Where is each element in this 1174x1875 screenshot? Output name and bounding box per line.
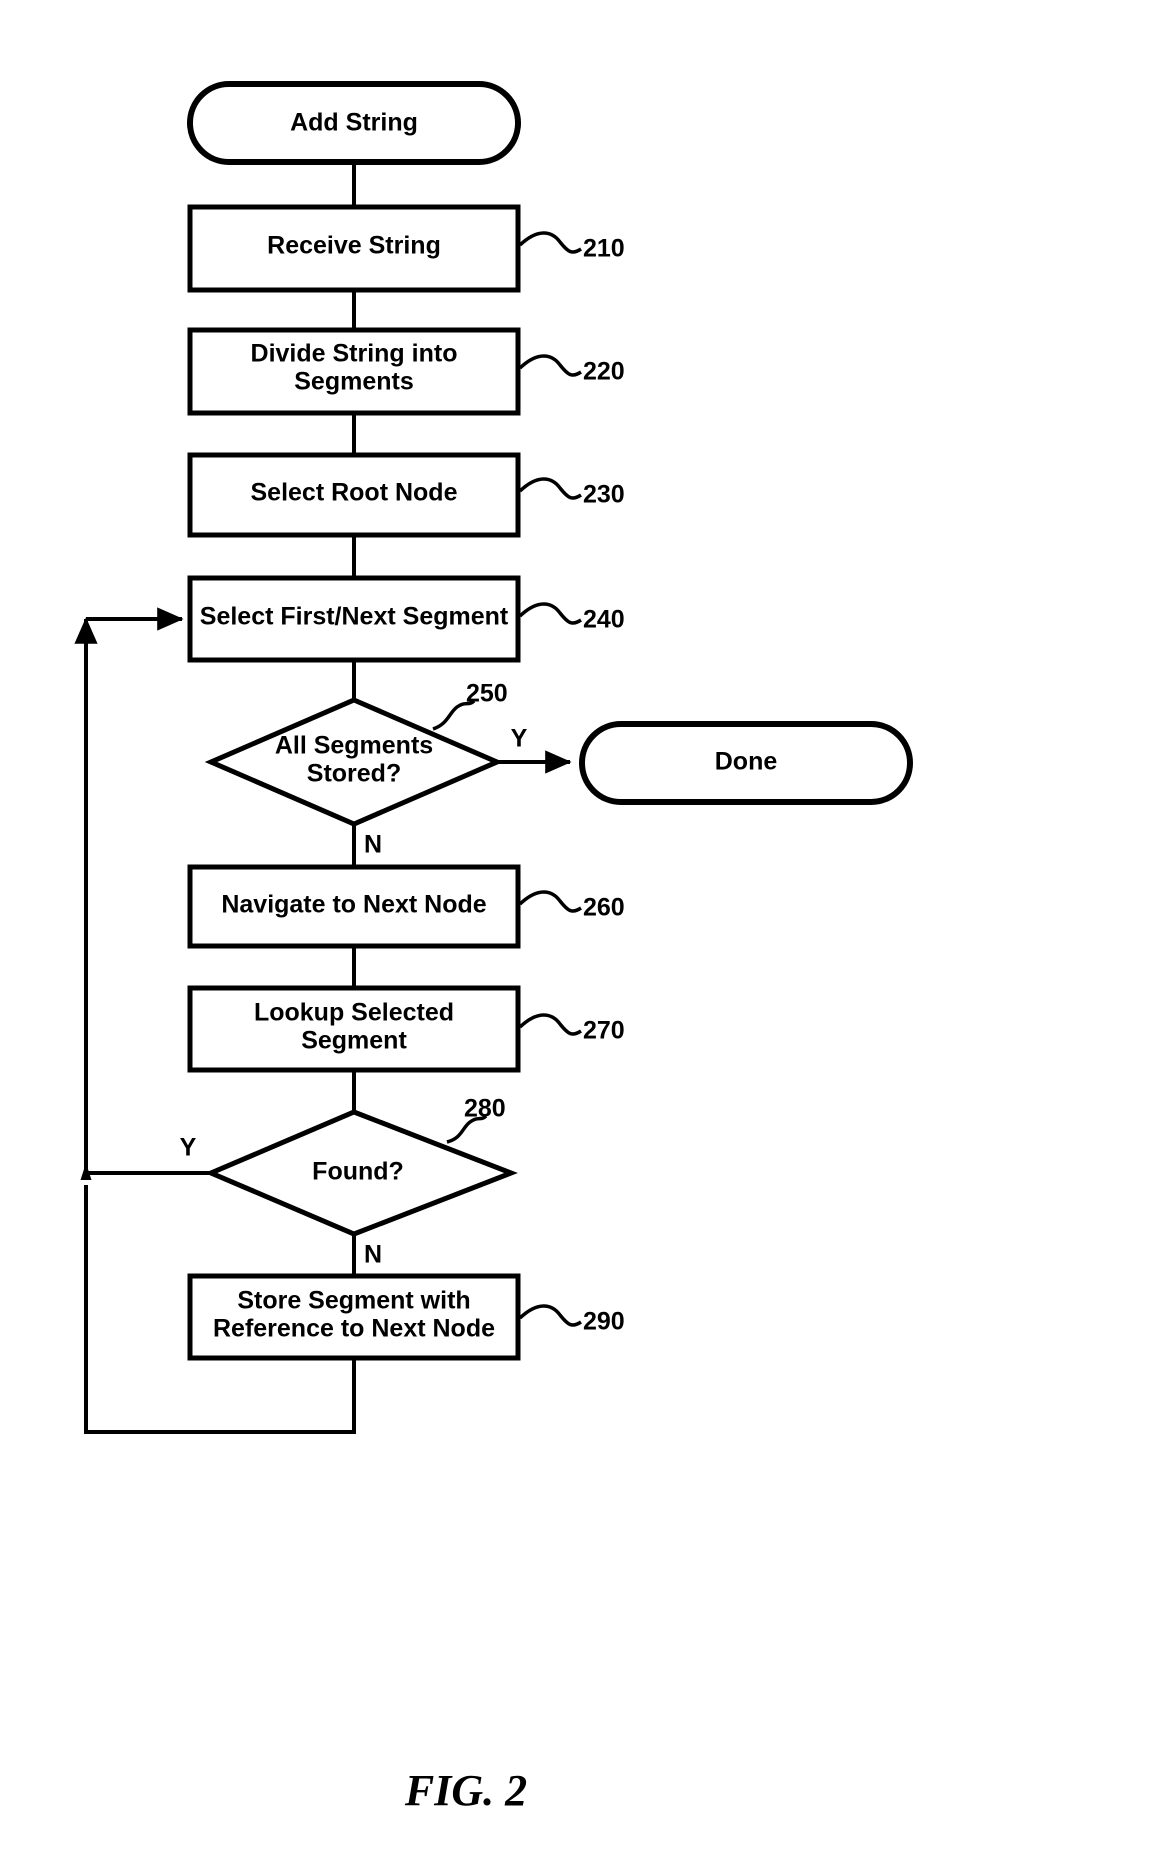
ref-290-number: 290 — [583, 1308, 625, 1336]
ref-290: 290 — [518, 1304, 625, 1336]
node-230[interactable]: Select Root Node — [187, 452, 521, 538]
figure-page: Add String Receive String 210 Divide Str… — [0, 0, 1174, 1875]
ref-280-number: 280 — [464, 1095, 506, 1123]
ref-240-number: 240 — [583, 606, 625, 634]
ref-220-number: 220 — [583, 358, 625, 386]
ref-240-leader — [518, 602, 582, 625]
node-270-label-line1: Lookup Selected — [254, 999, 454, 1027]
ref-220-leader — [518, 354, 582, 377]
ref-280: 280 — [446, 1095, 506, 1144]
node-270[interactable]: Lookup Selected Segment — [187, 985, 521, 1073]
node-220-label-line1: Divide String into — [251, 340, 458, 368]
node-250-label-line1: All Segments — [275, 732, 433, 760]
ref-210-number: 210 — [583, 235, 625, 263]
node-250-label-line2: Stored? — [307, 760, 401, 788]
ref-290-leader — [518, 1304, 582, 1327]
node-260[interactable]: Navigate to Next Node — [187, 864, 521, 949]
node-210[interactable]: Receive String — [187, 204, 521, 293]
label-250-yes: Y — [511, 725, 528, 753]
node-270-label-line2: Segment — [301, 1027, 407, 1055]
ref-210-leader — [518, 231, 582, 254]
label-280-yes: Y — [180, 1134, 197, 1162]
node-280-label: Found? — [312, 1158, 404, 1186]
ref-220: 220 — [518, 354, 625, 386]
node-290[interactable]: Store Segment with Reference to Next Nod… — [187, 1273, 521, 1361]
node-220[interactable]: Divide String into Segments — [187, 327, 521, 416]
node-250[interactable]: All Segments Stored? — [204, 697, 504, 827]
ref-210: 210 — [518, 231, 625, 263]
ref-270: 270 — [518, 1013, 625, 1045]
node-240[interactable]: Select First/Next Segment — [187, 575, 521, 663]
ref-270-number: 270 — [583, 1017, 625, 1045]
ref-240: 240 — [518, 602, 625, 634]
ref-260-leader — [518, 890, 582, 913]
label-280-no: N — [364, 1241, 382, 1269]
node-290-label-line1: Store Segment with — [237, 1287, 470, 1315]
ref-270-leader — [518, 1013, 582, 1036]
label-250-no: N — [364, 831, 382, 859]
ref-260: 260 — [518, 890, 625, 922]
node-240-label: Select First/Next Segment — [200, 603, 509, 631]
ref-260-number: 260 — [583, 894, 625, 922]
node-280[interactable]: Found? — [204, 1109, 518, 1237]
node-220-label-line2: Segments — [294, 368, 413, 396]
ref-230-number: 230 — [583, 481, 625, 509]
node-230-label: Select Root Node — [251, 479, 458, 507]
node-start[interactable]: Add String — [187, 81, 521, 165]
done-label: Done — [715, 748, 778, 776]
ref-250: 250 — [432, 680, 508, 731]
ref-230: 230 — [518, 477, 625, 509]
flowchart-canvas: Add String Receive String 210 Divide Str… — [74, 81, 913, 1815]
figure-caption: FIG. 2 — [404, 1766, 527, 1815]
node-210-label: Receive String — [267, 232, 441, 260]
ref-230-leader — [518, 477, 582, 500]
node-260-label: Navigate to Next Node — [221, 891, 486, 919]
node-290-label-line2: Reference to Next Node — [213, 1315, 495, 1343]
ref-250-number: 250 — [466, 680, 508, 708]
node-done[interactable]: Done — [579, 721, 913, 805]
start-label: Add String — [290, 109, 418, 137]
